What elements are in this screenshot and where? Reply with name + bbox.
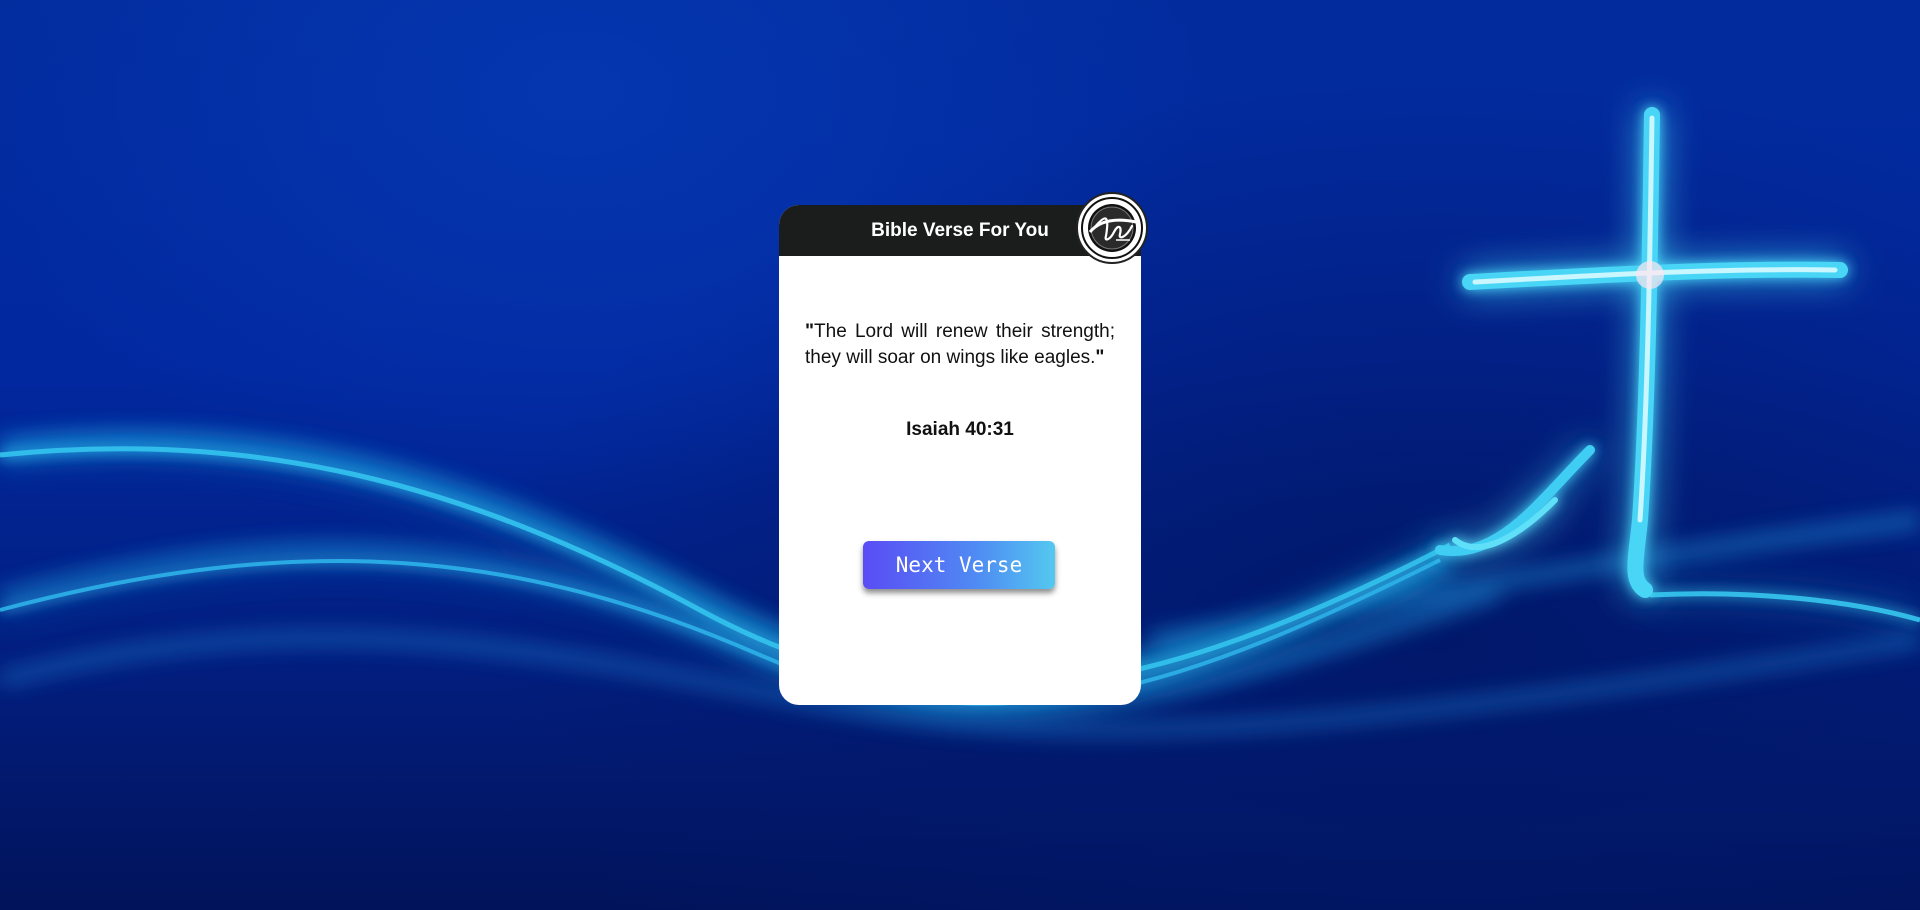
next-verse-button[interactable]: Next Verse (863, 541, 1055, 589)
signature-logo-icon (1081, 197, 1143, 259)
verse-card: Bible Verse For You "The Lord will renew… (779, 192, 1148, 705)
close-quote-mark: " (1095, 347, 1105, 368)
logo-icon (1076, 192, 1148, 264)
open-quote-mark: " (805, 321, 815, 342)
verse-text: The Lord will renew their strength; they… (805, 321, 1115, 368)
verse-reference: Isaiah 40:31 (906, 419, 1014, 440)
verse-text-block: "The Lord will renew their strength; the… (805, 319, 1115, 371)
